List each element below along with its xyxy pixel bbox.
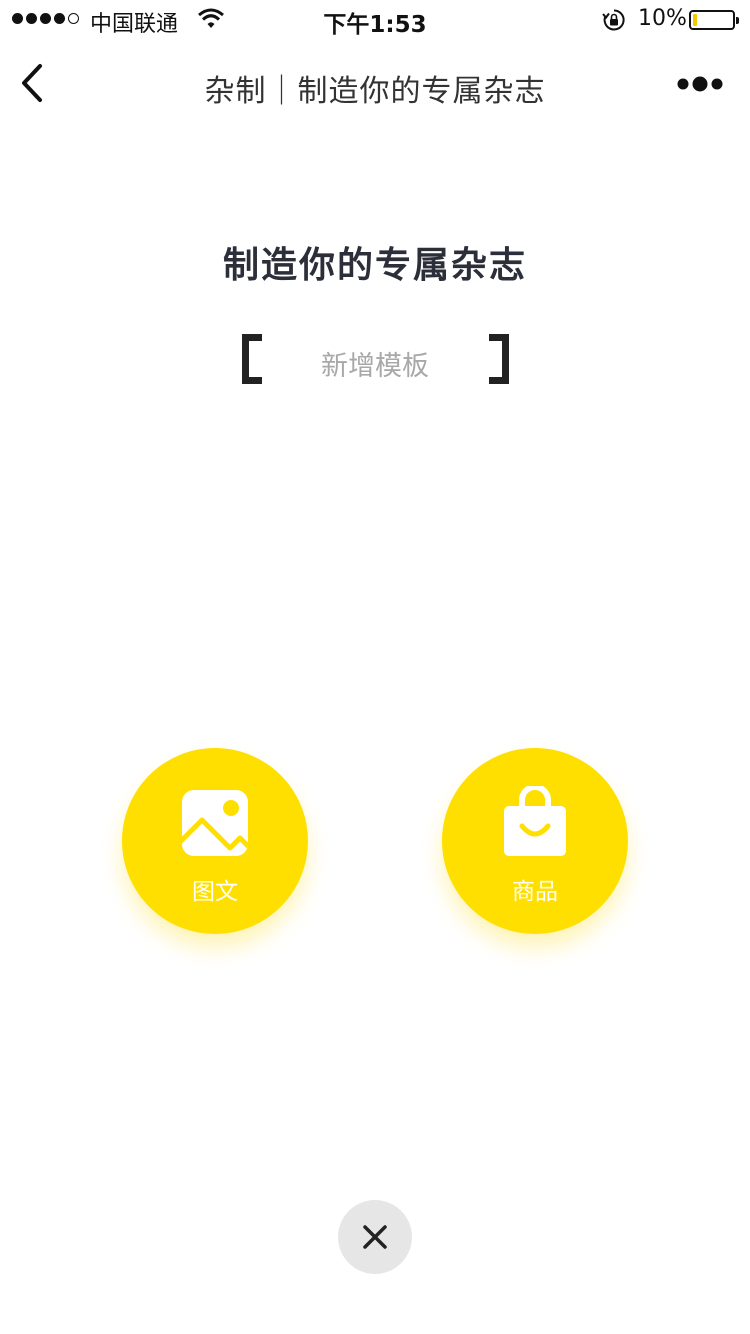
page-title: 制造你的专属杂志	[222, 245, 527, 286]
right-bracket	[489, 334, 509, 384]
goods-label: 商品	[512, 879, 558, 905]
add-template-label: 新增模板	[321, 351, 429, 382]
goods-button[interactable]: 商品	[442, 748, 628, 934]
nav-title: 杂制｜制造你的专属杂志	[204, 74, 546, 109]
more-icon[interactable]	[676, 74, 724, 94]
image-text-label: 图文	[192, 879, 238, 905]
rotation-lock-icon	[602, 9, 625, 31]
battery-level-fill	[693, 14, 697, 26]
image-icon	[182, 790, 248, 856]
status-bar: 中国联通 下午1:53 10%	[0, 0, 750, 40]
battery-icon	[689, 10, 739, 30]
add-template-button[interactable]: 新增模板	[0, 330, 750, 390]
battery-percent: 10%	[638, 6, 687, 31]
close-button[interactable]	[338, 1200, 412, 1274]
shopping-bag-icon	[504, 786, 566, 856]
image-text-button[interactable]: 图文	[122, 748, 308, 934]
nav-bar: 杂制｜制造你的专属杂志	[0, 40, 750, 128]
close-icon	[363, 1225, 387, 1249]
